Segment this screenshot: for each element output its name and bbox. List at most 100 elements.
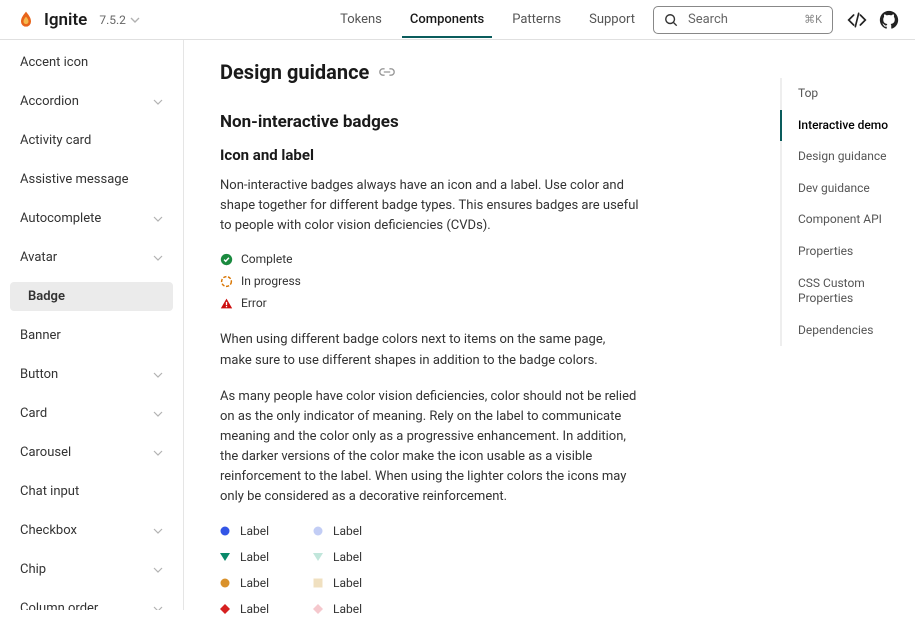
sidebar: Accent icon Accordion Activity card Assisti…: [0, 40, 184, 610]
toc-item-dev-guidance[interactable]: Dev guidance: [780, 173, 915, 205]
paragraph-cvd: As many people have color vision deficie…: [220, 387, 640, 508]
subsection-heading-icon-label: Icon and label: [220, 146, 640, 164]
label-item: Label: [220, 550, 269, 564]
paragraph-intro: Non-interactive badges always have an ic…: [220, 176, 640, 236]
sidebar-item-assistive-message[interactable]: Assistive message: [10, 165, 173, 194]
badge-label: In progress: [241, 274, 301, 288]
nav-tab-support[interactable]: Support: [587, 2, 637, 37]
sidebar-item-button[interactable]: Button: [10, 360, 173, 389]
chevron-down-icon: [153, 214, 163, 224]
link-icon[interactable]: [379, 65, 395, 79]
sidebar-item-chat-input[interactable]: Chat input: [10, 477, 173, 506]
sidebar-item-avatar[interactable]: Avatar: [10, 243, 173, 272]
sidebar-item-badge[interactable]: Badge: [10, 282, 173, 311]
code-icon[interactable]: [847, 10, 867, 30]
toc-item-properties[interactable]: Properties: [780, 236, 915, 268]
sidebar-item-accordion[interactable]: Accordion: [10, 87, 173, 116]
flame-logo-icon: [16, 10, 36, 30]
toc-item-interactive-demo[interactable]: Interactive demo: [780, 110, 915, 142]
logo-group[interactable]: Ignite: [16, 10, 87, 30]
label-text: Label: [333, 524, 362, 538]
h1-text: Design guidance: [220, 60, 369, 84]
diamond-shape-icon: [313, 604, 323, 614]
toc-item-css-custom-properties[interactable]: CSS Custom Properties: [780, 268, 915, 315]
chevron-down-icon: [153, 370, 163, 380]
sidebar-item-label: Checkbox: [20, 523, 77, 538]
diamond-shape-icon: [220, 604, 230, 614]
label-item: Label: [313, 524, 362, 538]
paragraph-shapes: When using different badge colors next t…: [220, 330, 640, 370]
badge-complete: Complete: [220, 252, 640, 266]
sidebar-item-chip[interactable]: Chip: [10, 555, 173, 584]
sidebar-item-label: Banner: [20, 328, 61, 343]
nav-tab-patterns[interactable]: Patterns: [510, 2, 563, 37]
label-text: Label: [240, 602, 269, 616]
chevron-down-icon: [153, 409, 163, 419]
chevron-down-icon: [153, 253, 163, 263]
chevron-down-icon: [153, 565, 163, 575]
sidebar-item-label: Chip: [20, 562, 46, 577]
sidebar-item-label: Assistive message: [20, 172, 129, 187]
sidebar-item-label: Accent icon: [20, 55, 88, 70]
page-toc: TopInteractive demoDesign guidanceDev gu…: [780, 70, 915, 354]
nav-tab-components[interactable]: Components: [408, 2, 486, 37]
label-text: Label: [240, 550, 269, 564]
sidebar-item-label: Button: [20, 367, 58, 382]
badge-example-list: Complete In progress Error: [220, 252, 640, 310]
toc-item-top[interactable]: Top: [780, 78, 915, 110]
sidebar-item-column-order[interactable]: Column order: [10, 594, 173, 610]
sidebar-item-label: Autocomplete: [20, 211, 101, 226]
label-item: Label: [220, 524, 269, 538]
toc-item-dependencies[interactable]: Dependencies: [780, 315, 915, 347]
label-item: Label: [313, 576, 362, 590]
github-icon[interactable]: [879, 10, 899, 30]
label-text: Label: [333, 602, 362, 616]
label-text: Label: [240, 576, 269, 590]
version-selector[interactable]: 7.5.2: [99, 13, 140, 27]
section-heading-noninteractive: Non-interactive badges: [220, 112, 640, 132]
nav-tab-tokens[interactable]: Tokens: [338, 2, 384, 37]
sidebar-item-card[interactable]: Card: [10, 399, 173, 428]
label-text: Label: [333, 550, 362, 564]
nav-tabs: Tokens Components Patterns Support: [338, 2, 637, 37]
sidebar-item-label: Chat input: [20, 484, 79, 499]
search-icon: [664, 13, 678, 27]
label-row: Label Label: [220, 602, 640, 616]
label-row: Label Label: [220, 524, 640, 538]
page-heading: Design guidance: [220, 60, 640, 84]
badge-error: Error: [220, 296, 640, 310]
label-item: Label: [313, 550, 362, 564]
sidebar-item-label: Carousel: [20, 445, 71, 460]
search-box[interactable]: Search ⌘K: [653, 6, 833, 34]
search-placeholder: Search: [688, 12, 794, 27]
sidebar-item-activity-card[interactable]: Activity card: [10, 126, 173, 155]
badge-label: Complete: [241, 252, 293, 266]
chevron-down-icon: [130, 15, 140, 25]
label-shape-grid: Label Label Label Label Label Label Label Label: [220, 524, 640, 616]
circle-shape-icon: [220, 526, 230, 536]
toc-item-design-guidance[interactable]: Design guidance: [780, 141, 915, 173]
product-name: Ignite: [44, 10, 87, 30]
chevron-down-icon: [153, 448, 163, 458]
label-item: Label: [220, 602, 269, 616]
label-text: Label: [333, 576, 362, 590]
chevron-down-icon: [153, 97, 163, 107]
sidebar-item-label: Avatar: [20, 250, 57, 265]
sidebar-item-accent-icon[interactable]: Accent icon: [10, 48, 173, 77]
label-item: Label: [220, 576, 269, 590]
label-item: Label: [313, 602, 362, 616]
circle-shape-icon: [220, 578, 230, 588]
badge-label: Error: [241, 296, 267, 310]
sidebar-item-carousel[interactable]: Carousel: [10, 438, 173, 467]
top-header: Ignite 7.5.2 Tokens Components Patterns …: [0, 0, 915, 40]
sidebar-item-autocomplete[interactable]: Autocomplete: [10, 204, 173, 233]
triangleDown-shape-icon: [313, 552, 323, 562]
check-circle-icon: [220, 253, 233, 266]
sidebar-item-label: Activity card: [20, 133, 91, 148]
search-shortcut: ⌘K: [804, 13, 822, 26]
triangleDown-shape-icon: [220, 552, 230, 562]
chevron-down-icon: [153, 604, 163, 611]
toc-item-component-api[interactable]: Component API: [780, 204, 915, 236]
sidebar-item-checkbox[interactable]: Checkbox: [10, 516, 173, 545]
sidebar-item-banner[interactable]: Banner: [10, 321, 173, 350]
